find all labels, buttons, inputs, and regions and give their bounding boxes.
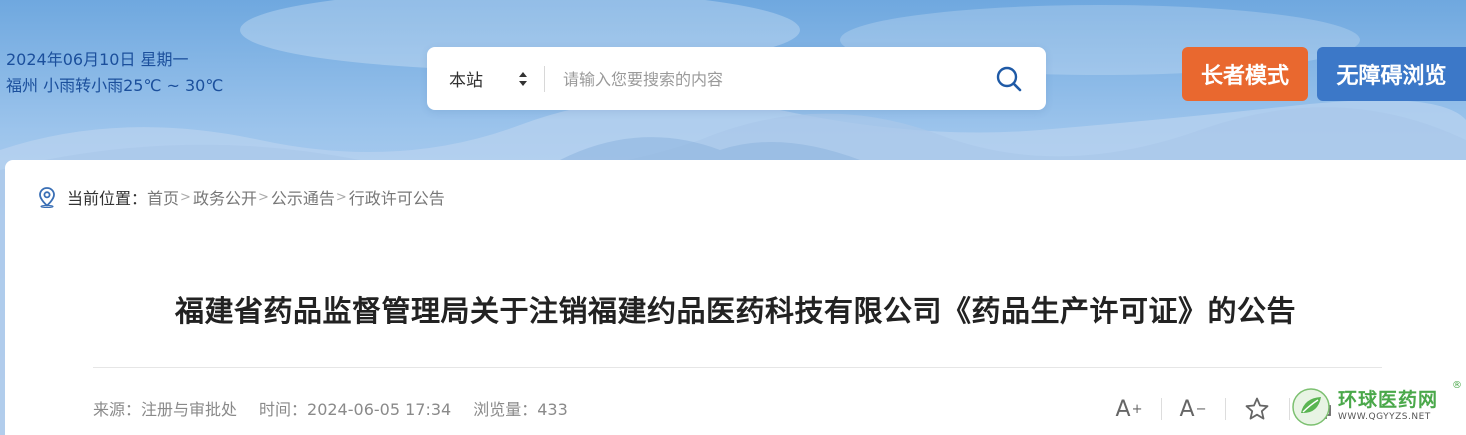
breadcrumb-gov-affairs[interactable]: 政务公开 (193, 185, 257, 209)
title-divider (93, 367, 1382, 368)
article-meta: 来源：注册与审批处 时间：2024-06-05 17:34 浏览量：433 (93, 396, 568, 420)
breadcrumb-separator: > (180, 189, 191, 205)
search-box: 本站 (427, 47, 1046, 110)
watermark-url: WWW.QGYYZS.NET (1338, 412, 1431, 422)
registered-mark: ® (1452, 380, 1462, 391)
breadcrumb: 当前位置： 首页 > 政务公开 > 公示通告 > 行政许可公告 (37, 185, 445, 209)
breadcrumb-home[interactable]: 首页 (147, 185, 179, 209)
breadcrumb-separator: > (335, 189, 347, 205)
font-increase-button[interactable]: A + (1097, 392, 1161, 426)
watermark-name: 环球医药网 (1338, 389, 1439, 411)
weather-text: 福州 小雨转小雨25℃ ~ 30℃ (6, 76, 224, 95)
search-divider (544, 66, 545, 92)
search-input[interactable] (563, 63, 973, 95)
location-pin-icon (39, 187, 55, 208)
date-weather: 2024年06月10日 星期一 福州 小雨转小雨25℃ ~ 30℃ (6, 47, 223, 99)
breadcrumb-license-notices[interactable]: 行政许可公告 (349, 185, 445, 209)
accessibility-button[interactable]: 无障碍浏览 (1317, 47, 1466, 101)
search-scope-select[interactable]: 本站 (449, 47, 549, 110)
breadcrumb-separator: > (257, 189, 269, 205)
font-decrease-button[interactable]: A − (1161, 392, 1225, 426)
font-increase-label: A (1115, 396, 1131, 422)
font-decrease-label: A (1179, 396, 1195, 422)
search-scope-label: 本站 (449, 71, 483, 91)
date-text: 2024年06月10日 星期一 (6, 50, 189, 69)
breadcrumb-lead: 当前位置： (67, 189, 148, 208)
font-decrease-mark: − (1195, 401, 1207, 417)
breadcrumb-notices[interactable]: 公示通告 (271, 185, 335, 209)
article-title: 福建省药品监督管理局关于注销福建约品医药科技有限公司《药品生产许可证》的公告 (174, 294, 1296, 328)
updown-arrow-icon (519, 72, 527, 86)
article-source: 来源：注册与审批处 (93, 400, 238, 419)
elder-mode-button[interactable]: 长者模式 (1182, 47, 1308, 101)
article-views: 浏览量：433 (473, 400, 568, 419)
leaf-logo-icon (1292, 387, 1330, 426)
search-icon[interactable] (994, 64, 1024, 94)
favorite-button[interactable] (1225, 392, 1289, 426)
content-panel: 当前位置： 首页 > 政务公开 > 公示通告 > 行政许可公告 福建省药品监督管… (5, 160, 1466, 435)
font-increase-mark: + (1131, 401, 1143, 417)
site-watermark: 环球医药网 WWW.QGYYZS.NET ® (1290, 378, 1466, 435)
star-icon (1245, 397, 1269, 420)
article-time: 时间：2024-06-05 17:34 (259, 400, 452, 419)
